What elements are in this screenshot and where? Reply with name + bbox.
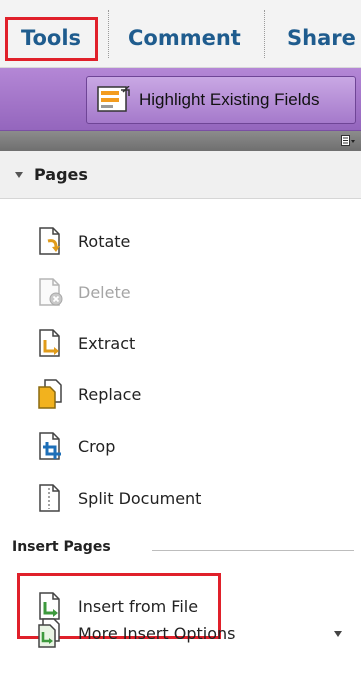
replace-icon <box>38 379 62 409</box>
highlight-existing-fields-button[interactable]: Highlight Existing Fields <box>86 76 356 124</box>
tool-rotate[interactable]: Rotate <box>34 221 130 261</box>
tab-comment[interactable]: Comment <box>128 18 241 58</box>
insert-pages-group-label: Insert Pages <box>12 539 111 555</box>
more-insert-options-icon <box>38 618 60 648</box>
tool-extract-label: Extract <box>78 333 136 353</box>
tool-crop-label: Crop <box>78 436 116 456</box>
tool-extract[interactable]: Extract <box>34 323 135 363</box>
tool-more-insert-options-label: More Insert Options <box>78 623 236 643</box>
tab-separator <box>264 10 265 58</box>
tool-split-document[interactable]: Split Document <box>34 478 201 518</box>
tool-more-insert-options[interactable]: More Insert Options <box>34 613 235 653</box>
tool-replace-label: Replace <box>78 384 142 404</box>
tool-delete[interactable]: Delete <box>34 272 131 312</box>
panel-menu-icon[interactable] <box>341 134 355 148</box>
delete-icon <box>39 278 63 306</box>
insert-pages-divider <box>152 550 354 551</box>
highlight-existing-fields-label: Highlight Existing Fields <box>139 90 320 109</box>
tool-crop[interactable]: Crop <box>34 426 115 466</box>
crop-icon <box>39 432 61 460</box>
tool-rotate-label: Rotate <box>78 231 131 251</box>
tab-share[interactable]: Share <box>287 18 356 58</box>
tool-split-document-label: Split Document <box>78 488 202 508</box>
purple-toolbar: Highlight Existing Fields <box>0 68 361 131</box>
tool-replace[interactable]: Replace <box>34 374 141 414</box>
split-document-icon <box>39 484 60 512</box>
tab-separator <box>108 10 109 58</box>
form-fields-icon <box>97 86 130 112</box>
pages-section-header[interactable]: Pages <box>0 151 361 199</box>
dropdown-arrow-icon[interactable] <box>333 630 343 638</box>
panel-options-strip <box>0 131 361 151</box>
extract-icon <box>39 329 60 357</box>
tool-delete-label: Delete <box>78 282 131 302</box>
pages-section-title: Pages <box>34 165 88 184</box>
collapse-triangle-icon <box>15 171 23 178</box>
tools-highlight-box <box>5 17 98 61</box>
rotate-icon <box>39 227 60 255</box>
